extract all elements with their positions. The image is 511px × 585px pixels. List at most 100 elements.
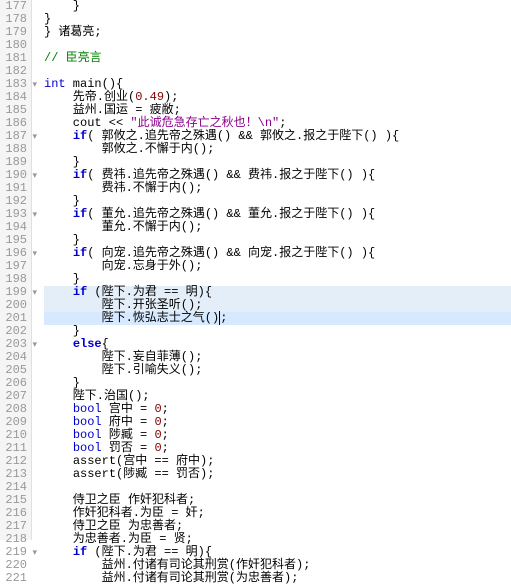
code-token: (陟臧 == 罚否); [116,467,214,481]
code-line[interactable]: } 诸葛亮; [44,26,511,39]
code-token: } [44,12,51,26]
code-token: ); [164,90,178,104]
code-token: } 诸葛亮; [44,25,102,39]
code-line[interactable]: assert(陟臧 == 罚否); [44,468,511,481]
code-token: 侍卫之臣 作奸犯科者; [44,493,195,507]
code-token: bool [73,441,102,455]
code-token: if [73,285,87,299]
code-token: else [73,337,102,351]
code-token: bool [73,415,102,429]
line-number: 221 [4,572,27,585]
code-line[interactable] [44,39,511,52]
code-token: 陛下.恢弘志士之气() [44,311,219,325]
code-area[interactable]: }}} 诸葛亮;// 臣亮言int main(){ 先帝.创业(0.49); 益… [32,0,511,540]
code-token: cout << [44,116,130,130]
code-token: ; [162,428,169,442]
code-token [44,467,73,481]
code-token: main(){ [66,77,124,91]
code-token: 0 [154,428,161,442]
code-token: assert [73,467,116,481]
code-token: (宫中 == 府中); [116,454,214,468]
code-token: ; [162,402,169,416]
code-token: ; [162,415,169,429]
code-token: 侍卫之臣 为忠善者; [44,519,183,533]
code-token: 0.49 [135,90,164,104]
code-token: assert [73,454,116,468]
code-token: } [44,155,80,169]
code-token: 陟臧 = [102,428,155,442]
code-line[interactable]: 费祎.不懈于内(); [44,182,511,195]
code-token: if [73,207,87,221]
code-line[interactable]: 向宠.忘身于外(); [44,260,511,273]
code-token: int [44,77,66,91]
code-token [44,454,73,468]
code-token: 为忠善者.为臣 = 贤; [44,532,193,546]
code-token [44,545,73,559]
code-token: 0 [154,402,161,416]
code-token [44,129,73,143]
code-token: ( 向宠.追先帝之殊遇() && 向宠.报之于陛下() ){ [87,246,375,260]
code-token: 0 [154,415,161,429]
code-line[interactable]: 郭攸之.不懈于内(); [44,143,511,156]
code-token: 益州.付诸有司论其刑赏(作奸犯科者); [44,558,310,572]
code-token [44,337,73,351]
code-line[interactable]: // 臣亮言 [44,52,511,65]
code-token: 陛下.引喻失义(); [44,363,202,377]
code-token: "此诚危急存亡之秋也！\n" [130,116,279,130]
code-line[interactable]: 益州.付诸有司论其刑赏(为忠善者); [44,572,511,585]
code-token: 陛下.开张圣听(); [44,298,202,312]
code-token: bool [73,428,102,442]
code-token: 向宠.忘身于外(); [44,259,202,273]
code-token: if [73,129,87,143]
code-line[interactable]: } [44,0,511,13]
code-token: 陛下.治国(); [44,389,150,403]
code-token [44,285,73,299]
code-token: 宫中 = [102,402,155,416]
code-token: ; [219,311,227,325]
code-token: } [44,376,80,390]
code-token [44,415,73,429]
code-token: 费祎.不懈于内(); [44,181,202,195]
code-token: 董允.不懈于内(); [44,220,202,234]
code-token [44,441,73,455]
code-token [44,168,73,182]
code-token: 罚否 = [102,441,155,455]
code-token: 益州.国运 = 疲敝; [44,103,181,117]
code-token: 作奸犯科者.为臣 = 奸; [44,506,205,520]
code-token: { [102,337,109,351]
code-token: if [73,246,87,260]
code-token: } [44,324,80,338]
code-token: 陛下.妄自菲薄(); [44,350,202,364]
code-token [44,402,73,416]
code-token: (陛下.为君 == 明){ [87,545,212,559]
code-line[interactable]: 陛下.引喻失义(); [44,364,511,377]
code-token: ; [279,116,286,130]
fold-icon[interactable]: ▾ [32,547,37,560]
code-token: ( 郭攸之.追先帝之殊遇() && 郭攸之.报之于陛下() ){ [87,129,399,143]
code-token: ( 董允.追先帝之殊遇() && 董允.报之于陛下() ){ [87,207,375,221]
code-editor[interactable]: 177178179180181182183▾184185186187▾18818… [0,0,511,540]
code-token: if [73,168,87,182]
code-line[interactable]: 董允.不懈于内(); [44,221,511,234]
code-token [44,428,73,442]
code-line[interactable]: } [44,325,511,338]
code-token: bool [73,402,102,416]
code-token: 府中 = [102,415,155,429]
code-token: (陛下.为君 == 明){ [87,285,212,299]
line-gutter: 177178179180181182183▾184185186187▾18818… [0,0,32,540]
code-line[interactable]: 陛下.恢弘志士之气(); [44,312,511,325]
code-token: 郭攸之.不懈于内(); [44,142,214,156]
code-token: 0 [154,441,161,455]
line-number: 219▾ [4,546,27,559]
code-token: 益州.付诸有司论其刑赏(为忠善者); [44,571,298,585]
code-token: } [44,272,80,286]
code-token: ( 费祎.追先帝之殊遇() && 费祎.报之于陛下() ){ [87,168,375,182]
code-token: } [44,194,80,208]
code-token: } [44,233,80,247]
code-line[interactable]: } [44,13,511,26]
code-token: // 臣亮言 [44,51,102,65]
code-token [44,246,73,260]
code-token: if [73,545,87,559]
code-token [44,207,73,221]
line-number: 220 [4,559,27,572]
